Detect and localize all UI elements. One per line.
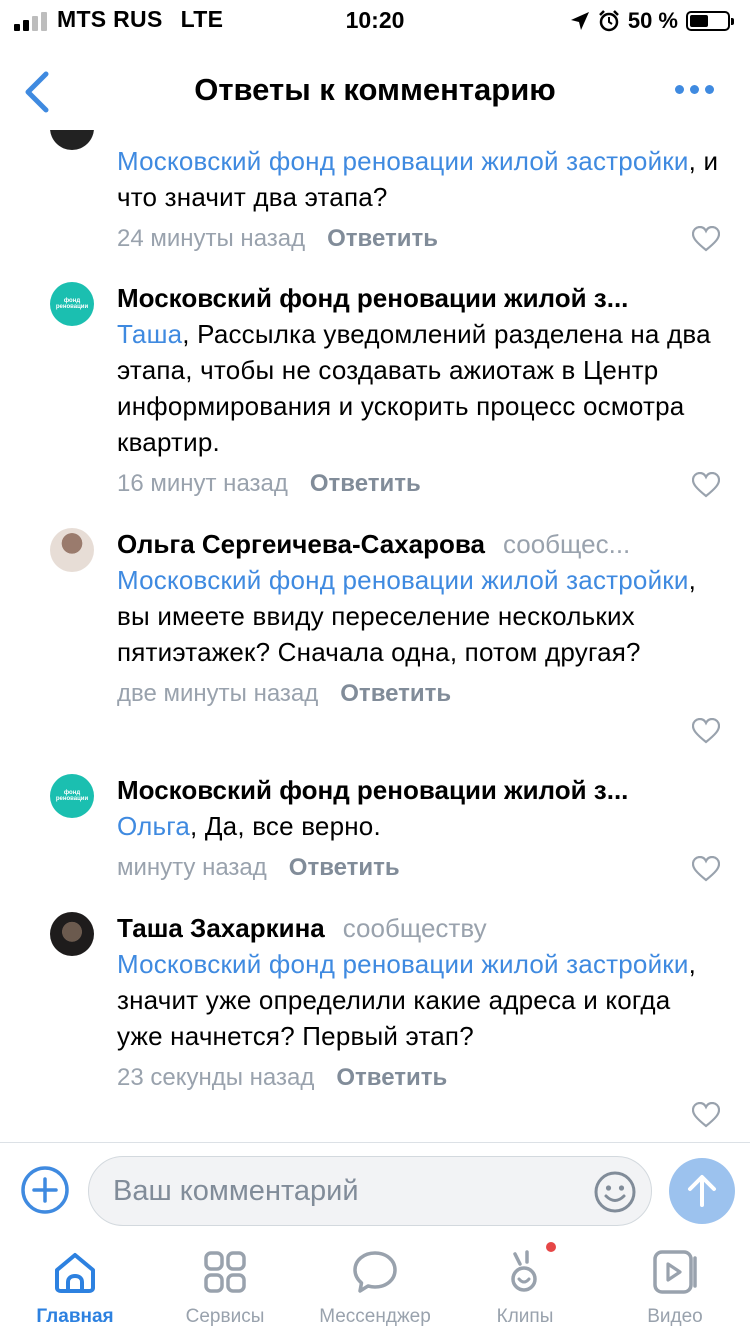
tab-services[interactable]: Сервисы <box>150 1238 300 1334</box>
comment-meta: минуту назад Ответить <box>117 848 720 888</box>
alarm-icon <box>598 10 619 32</box>
comment-time: 16 минут назад <box>117 470 288 497</box>
battery-icon <box>686 11 734 31</box>
heart-icon[interactable] <box>692 856 720 882</box>
video-icon <box>653 1250 697 1294</box>
comment-tag: сообществу <box>342 913 487 943</box>
comment-text: Ольга, Да, все верно. <box>117 811 381 841</box>
reply-button[interactable]: Ответить <box>336 1064 447 1091</box>
reply-button[interactable]: Ответить <box>327 225 438 252</box>
back-icon[interactable] <box>18 68 58 116</box>
comment-author[interactable]: Московский фонд реновации жилой з... <box>117 280 720 316</box>
services-icon <box>204 1251 246 1293</box>
heart-icon[interactable] <box>692 1102 720 1128</box>
comment-meta: 23 секунды назад Ответить <box>117 1058 720 1098</box>
comment-meta: две минуты назад Ответить <box>117 674 720 714</box>
avatar[interactable] <box>50 130 94 150</box>
comment-time: две минуты назад <box>117 680 319 707</box>
navigation-bar: Ответы к комментарию <box>0 54 750 130</box>
comment-tag: сообщес... <box>502 529 631 559</box>
notification-dot <box>546 1242 556 1252</box>
comment-author[interactable]: Ольга Сергеичева-Сахарова сообщес... <box>117 526 720 562</box>
comment-text: Московский фонд реновации жилой застройк… <box>117 146 719 212</box>
comment-meta: 24 минуты назад Ответить <box>117 219 720 259</box>
more-icon[interactable] <box>675 85 714 94</box>
send-button[interactable] <box>669 1158 735 1224</box>
comment-text: Московский фонд реновации жилой застройк… <box>117 565 697 667</box>
comment-composer: Ваш комментарий <box>0 1142 750 1239</box>
tab-clips[interactable]: Клипы <box>450 1238 600 1334</box>
add-icon[interactable] <box>20 1165 70 1215</box>
comment-author[interactable]: Московский фонд реновации жилой з... <box>117 772 720 808</box>
comment-time: 24 минуты назад <box>117 225 306 252</box>
arrow-up-icon <box>688 1175 716 1207</box>
mention-link[interactable]: Московский фонд реновации жилой застройк… <box>117 565 689 595</box>
comment-input-placeholder: Ваш комментарий <box>113 1175 359 1207</box>
clips-icon <box>511 1250 537 1292</box>
reply-button[interactable]: Ответить <box>310 470 421 497</box>
comment-text: Таша, Рассылка уведомлений разделена на … <box>117 319 711 457</box>
avatar[interactable]: фонд реновации <box>50 774 94 818</box>
comments-list: Московский фонд реновации жилой застройк… <box>0 130 750 1142</box>
comment-time: 23 секунды назад <box>117 1064 315 1091</box>
location-icon <box>570 12 589 30</box>
reply-button[interactable]: Ответить <box>340 680 451 707</box>
mention-link[interactable]: Московский фонд реновации жилой застройк… <box>117 146 689 176</box>
reply-button[interactable]: Ответить <box>289 854 400 881</box>
emoji-icon[interactable] <box>593 1170 637 1214</box>
tab-video[interactable]: Видео <box>600 1238 750 1334</box>
home-icon <box>55 1253 95 1293</box>
mention-link[interactable]: Ольга <box>117 811 190 841</box>
heart-icon[interactable] <box>692 472 720 498</box>
comment-meta: 16 минут назад Ответить <box>117 464 720 504</box>
avatar[interactable]: фонд реновации <box>50 282 94 326</box>
heart-icon[interactable] <box>692 226 720 252</box>
heart-icon[interactable] <box>692 718 720 744</box>
tab-home[interactable]: Главная <box>0 1238 150 1334</box>
avatar[interactable] <box>50 528 94 572</box>
comment-text: Московский фонд реновации жилой застройк… <box>117 949 697 1051</box>
comment-time: минуту назад <box>117 854 267 881</box>
page-title: Ответы к комментарию <box>194 72 556 107</box>
comment-input[interactable]: Ваш комментарий <box>88 1156 652 1226</box>
battery-percent: 50 % <box>627 8 678 33</box>
status-bar: MTS RUS LTE 10:20 50 % <box>0 0 750 44</box>
messenger-icon <box>353 1251 397 1293</box>
comment-author[interactable]: Таша Захаркина сообществу <box>117 910 720 946</box>
tab-bar: Главная Сервисы Мессенджер Клипы Видео <box>0 1238 750 1334</box>
mention-link[interactable]: Таша <box>117 319 182 349</box>
mention-link[interactable]: Московский фонд реновации жилой застройк… <box>117 949 689 979</box>
tab-messenger[interactable]: Мессенджер <box>300 1238 450 1334</box>
avatar[interactable] <box>50 912 94 956</box>
